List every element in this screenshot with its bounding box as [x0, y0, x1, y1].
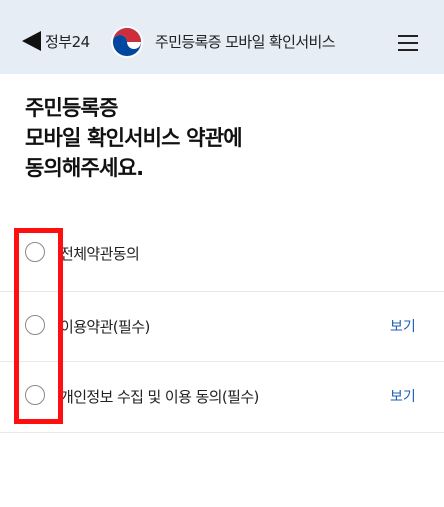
consent-heading: 주민등록증 모바일 확인서비스 약관에 동의해주세요.	[25, 93, 243, 183]
menu-button[interactable]	[398, 35, 418, 51]
back-arrow-icon	[22, 31, 41, 51]
terms-of-use-row: 이용약관(필수) 보기	[0, 291, 444, 362]
terms-of-use-view-link[interactable]: 보기	[390, 316, 416, 336]
agree-all-row: 전체약관동의	[0, 219, 444, 289]
privacy-consent-label[interactable]: 개인정보 수집 및 이용 동의(필수)	[60, 386, 259, 407]
heading-line-2: 모바일 확인서비스 약관에	[25, 126, 243, 150]
privacy-consent-row: 개인정보 수집 및 이용 동의(필수) 보기	[0, 361, 444, 433]
menu-bar-top	[398, 35, 418, 37]
terms-of-use-label[interactable]: 이용약관(필수)	[60, 316, 150, 337]
agree-all-label[interactable]: 전체약관동의	[60, 243, 140, 264]
app-header: 정부24 주민등록증 모바일 확인서비스	[0, 0, 444, 74]
back-button[interactable]: 정부24	[22, 28, 90, 54]
government-emblem-icon	[111, 26, 143, 58]
menu-bar-bottom	[398, 49, 418, 51]
menu-bar-middle	[398, 42, 418, 44]
heading-line-1: 주민등록증	[25, 96, 118, 120]
page-title: 주민등록증 모바일 확인서비스	[155, 33, 336, 51]
back-label: 정부24	[45, 32, 90, 51]
highlight-box	[14, 228, 63, 424]
privacy-consent-view-link[interactable]: 보기	[390, 386, 416, 406]
heading-line-3: 동의해주세요.	[25, 156, 144, 180]
